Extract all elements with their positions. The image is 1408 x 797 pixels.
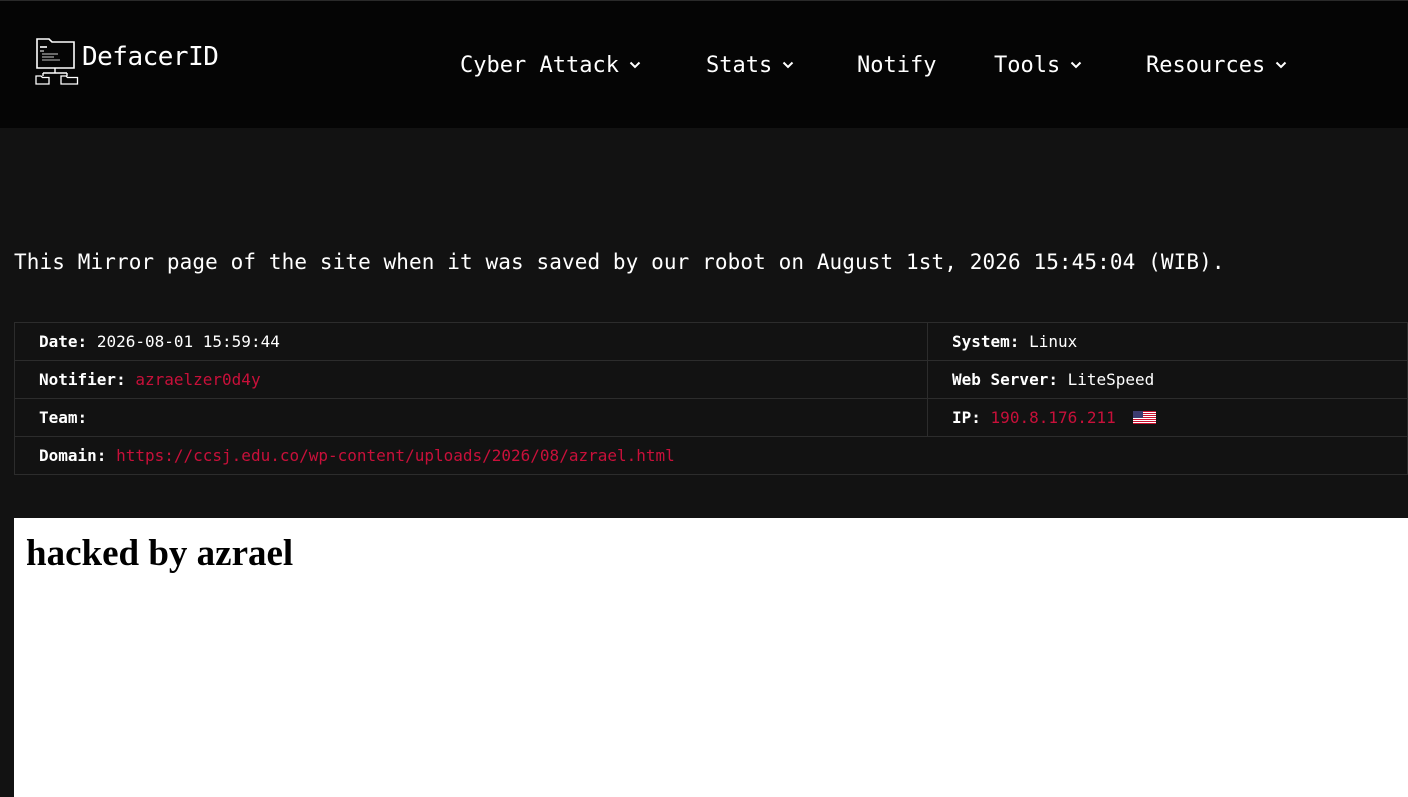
mirror-content-frame: hacked by azrael [14,518,1408,797]
system-value: Linux [1029,332,1078,351]
nav-item-label: Notify [857,52,937,78]
domain-label: Domain: [39,446,107,465]
domain-link[interactable]: https://ccsj.edu.co/wp-content/uploads/2… [116,446,675,465]
notifier-label: Notifier: [39,370,126,389]
nav-item-tools[interactable]: Tools [994,53,1082,78]
team-label: Team: [39,408,88,427]
mirror-heading: hacked by azrael [26,533,294,574]
top-navbar: DefacerID Cyber Attack Stats Notify Tool… [0,0,1408,128]
mirror-info-table: Date: 2026-08-01 15:59:44 System: Linux … [14,322,1408,475]
nav-item-label: Stats [706,52,773,78]
ip-cell: IP: 190.8.176.211 [927,398,1408,437]
nav-item-cyber-attack[interactable]: Cyber Attack [460,53,641,78]
table-row: Team: IP: 190.8.176.211 [14,398,1408,437]
folder-network-icon [34,35,80,85]
system-label: System: [952,332,1020,351]
nav-item-resources[interactable]: Resources [1146,53,1287,78]
mirror-saved-note: This Mirror page of the site when it was… [14,250,1225,274]
nav-item-label: Resources [1146,52,1266,78]
chevron-down-icon [1276,61,1287,69]
date-cell: Date: 2026-08-01 15:59:44 [14,322,928,361]
nav-item-notify[interactable]: Notify [857,53,936,78]
notifier-cell: Notifier: azraelzer0d4y [14,360,928,399]
nav-item-stats[interactable]: Stats [706,53,794,78]
chevron-down-icon [783,61,794,69]
nav-item-label: Tools [994,52,1061,78]
webserver-label: Web Server: [952,370,1058,389]
brand-name: DefacerID [82,42,219,72]
ip-label: IP: [952,408,981,427]
nav-item-label: Cyber Attack [460,52,619,78]
us-flag-icon [1133,410,1157,424]
system-cell: System: Linux [927,322,1408,361]
date-label: Date: [39,332,88,351]
domain-cell: Domain: https://ccsj.edu.co/wp-content/u… [14,436,1408,475]
team-cell: Team: [14,398,928,437]
table-row: Domain: https://ccsj.edu.co/wp-content/u… [14,436,1408,475]
ip-link[interactable]: 190.8.176.211 [991,408,1116,427]
date-value: 2026-08-01 15:59:44 [96,332,280,351]
brand-logo-link[interactable]: DefacerID [34,35,219,85]
webserver-value: LiteSpeed [1067,370,1155,389]
webserver-cell: Web Server: LiteSpeed [927,360,1408,399]
table-row: Date: 2026-08-01 15:59:44 System: Linux [14,322,1408,361]
chevron-down-icon [1071,61,1082,69]
table-row: Notifier: azraelzer0d4y Web Server: Lite… [14,360,1408,399]
chevron-down-icon [629,61,641,69]
notifier-link[interactable]: azraelzer0d4y [135,370,260,389]
